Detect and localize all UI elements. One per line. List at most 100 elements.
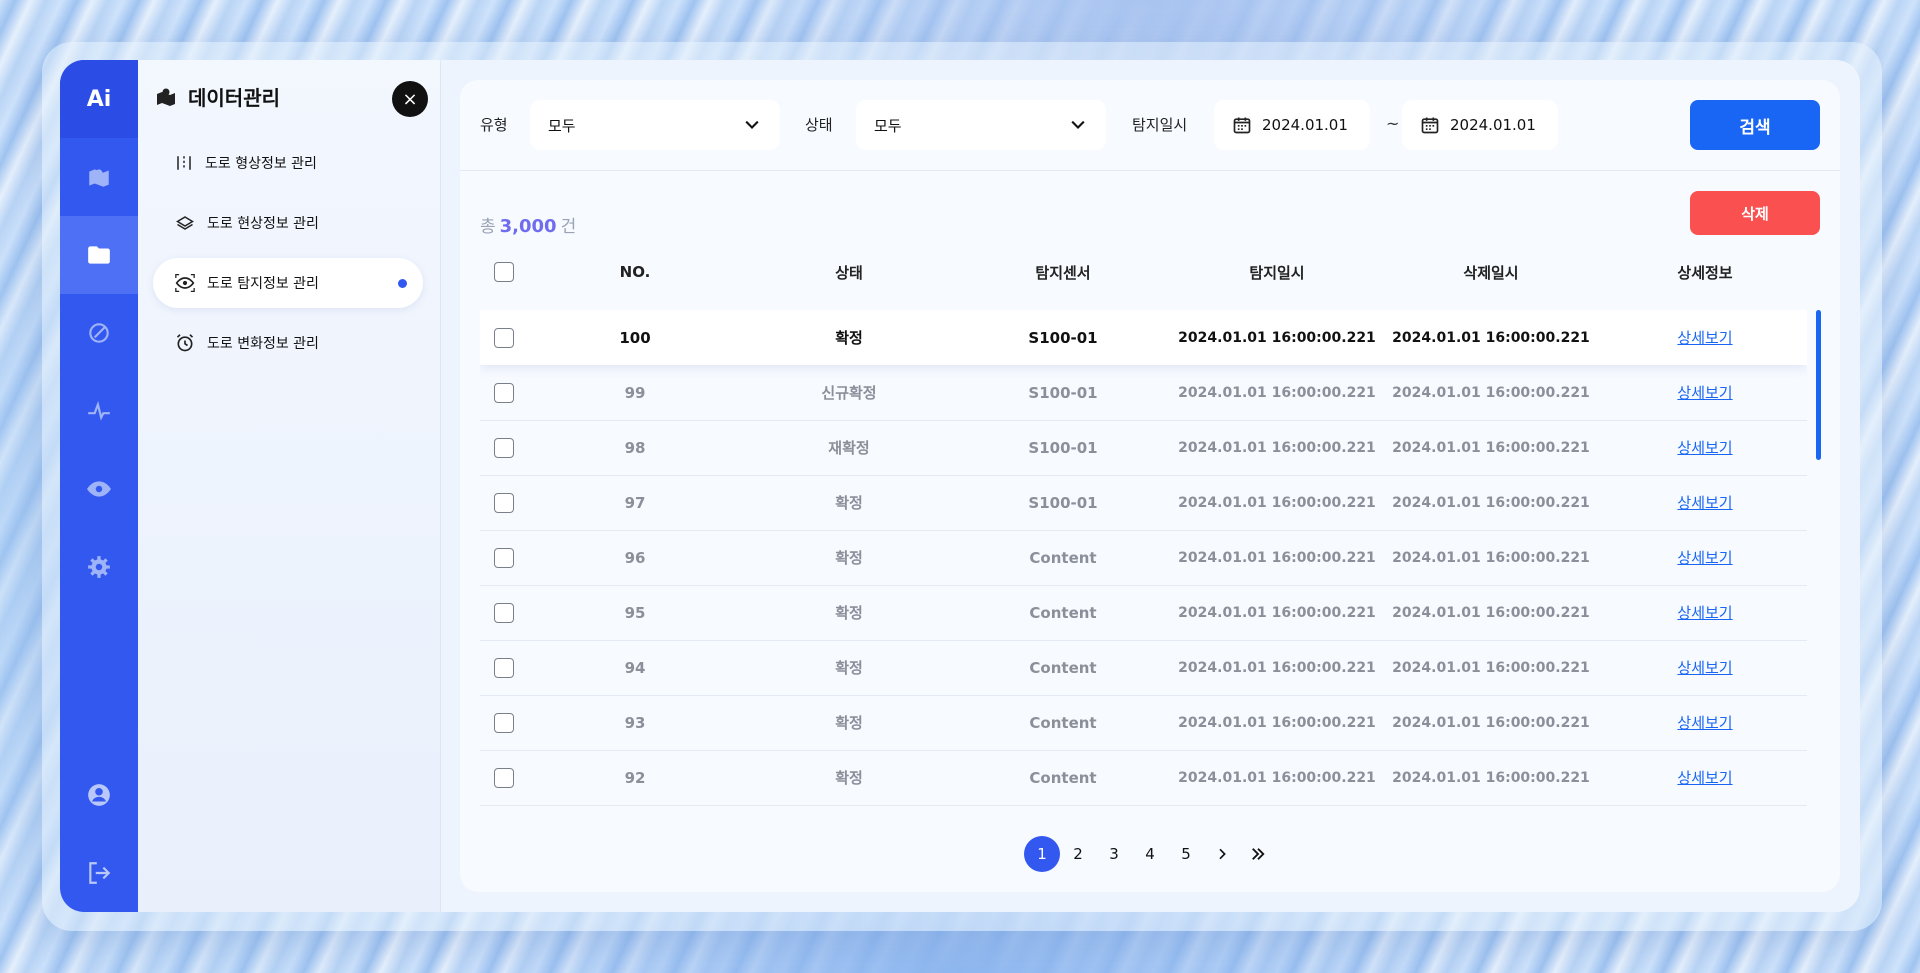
row-checkbox[interactable] (494, 382, 514, 403)
status-select[interactable]: 모두 (856, 100, 1106, 150)
table-scrollbar[interactable] (1816, 310, 1821, 460)
select-all-checkbox[interactable] (494, 262, 514, 282)
page-3[interactable]: 3 (1096, 836, 1132, 872)
cell-status: 확정 (835, 494, 863, 512)
table-row[interactable]: 99 신규확정 S100-01 2024.01.01 16:00:00.221 2024… (480, 365, 1807, 421)
row-checkbox[interactable] (494, 767, 514, 788)
header-status[interactable]: 상태 (742, 248, 956, 296)
cell-no: 92 (624, 768, 646, 787)
cell-detected: 2024.01.01 16:00:00.221 (1178, 549, 1376, 566)
rail-eye-button[interactable] (60, 450, 138, 528)
cell-detail: 상세보기 (1598, 475, 1807, 530)
cell-status: 신규확정 (821, 384, 877, 402)
last-page-button[interactable] (1240, 836, 1276, 872)
table-row[interactable]: 98 재확정 S100-01 2024.01.01 16:00:00.221 2024.… (480, 420, 1807, 476)
date-to-field[interactable]: 2024.01.01 (1402, 100, 1558, 150)
cell-detail: 상세보기 (1598, 530, 1807, 585)
table-row[interactable]: 97 확정 S100-01 2024.01.01 16:00:00.221 2024.0… (480, 475, 1807, 531)
next-page-button[interactable] (1204, 836, 1240, 872)
rail-folder-button[interactable] (60, 216, 138, 294)
menu-item-label: 도로 형상정보 관리 (205, 156, 317, 172)
cell-detected: 2024.01.01 16:00:00.221 (1178, 329, 1376, 346)
row-checkbox[interactable] (494, 327, 514, 348)
close-icon: × (402, 88, 418, 110)
cell-status: 확정 (835, 604, 863, 622)
date-separator: ~ (1386, 114, 1400, 133)
submenu-panel: 데이터관리 × 도로 형상정보 관리 도로 현상정보 관리 도로 탐지정보 관리… (138, 60, 441, 912)
detect-eye-icon (175, 274, 195, 292)
type-select[interactable]: 모두 (530, 100, 780, 150)
cell-no: 100 (619, 328, 651, 347)
detail-link[interactable]: 상세보기 (1677, 657, 1732, 678)
detail-link[interactable]: 상세보기 (1677, 712, 1732, 733)
header-detected[interactable]: 탐지일시 (1170, 248, 1384, 296)
menu-item-label: 도로 변화정보 관리 (207, 336, 319, 352)
detail-link[interactable]: 상세보기 (1677, 327, 1732, 348)
delete-button[interactable]: 삭제 (1690, 191, 1820, 235)
detail-link[interactable]: 상세보기 (1677, 492, 1732, 513)
logo[interactable]: Ai (60, 60, 138, 138)
table-row[interactable]: 96 확정 Content 2024.01.01 16:00:00.221 2024.0… (480, 530, 1807, 586)
chevron-right-icon (1219, 848, 1226, 860)
cell-detail: 상세보기 (1598, 640, 1807, 695)
search-button[interactable]: 검색 (1690, 100, 1820, 150)
map-icon (89, 169, 109, 187)
table-row[interactable]: 100 확정 S100-01 2024.01.01 16:00:00.221 2024.… (480, 310, 1807, 365)
row-checkbox[interactable] (494, 657, 514, 678)
rail-settings-button[interactable] (60, 528, 138, 606)
table-row[interactable]: 94 확정 Content 2024.01.01 16:00:00.221 2024.0… (480, 640, 1807, 696)
calendar-icon (1421, 117, 1439, 134)
menu-item-phenomenon[interactable]: 도로 현상정보 관리 (153, 198, 423, 248)
menu-title: 데이터관리 (154, 82, 280, 111)
rail-user-button[interactable] (60, 756, 138, 834)
eye-icon (87, 481, 111, 497)
header-detail[interactable]: 상세정보 (1598, 248, 1812, 296)
date-label: 탐지일시 (1132, 116, 1188, 134)
cell-detected: 2024.01.01 16:00:00.221 (1178, 714, 1376, 731)
layers-icon (176, 216, 194, 230)
rail-pulse-button[interactable] (60, 372, 138, 450)
row-checkbox-cell (480, 310, 528, 365)
detail-link[interactable]: 상세보기 (1677, 602, 1732, 623)
row-checkbox[interactable] (494, 712, 514, 733)
rail-map-button[interactable] (60, 138, 138, 216)
detail-link[interactable]: 상세보기 (1677, 767, 1732, 788)
cell-detail: 상세보기 (1598, 365, 1807, 420)
row-checkbox[interactable] (494, 547, 514, 568)
main-content: 유형 모두 상태 모두 탐지일시 2024.01.01 ~ 2024.01.01… (460, 80, 1840, 892)
row-checkbox-cell (480, 640, 528, 695)
page-4[interactable]: 4 (1132, 836, 1168, 872)
row-checkbox[interactable] (494, 492, 514, 513)
row-checkbox[interactable] (494, 437, 514, 458)
detail-link[interactable]: 상세보기 (1677, 547, 1732, 568)
header-sensor[interactable]: 탐지센서 (956, 248, 1170, 296)
page-5[interactable]: 5 (1168, 836, 1204, 872)
rail-compass-button[interactable] (60, 294, 138, 372)
date-from-field[interactable]: 2024.01.01 (1214, 100, 1370, 150)
row-checkbox-cell (480, 365, 528, 420)
cell-status: 재확정 (828, 439, 870, 457)
table-row[interactable]: 92 확정 Content 2024.01.01 16:00:00.221 2024.0… (480, 750, 1807, 806)
header-deleted[interactable]: 삭제일시 (1384, 248, 1598, 296)
detail-link[interactable]: 상세보기 (1677, 382, 1732, 403)
filter-bar: 유형 모두 상태 모두 탐지일시 2024.01.01 ~ 2024.01.01… (460, 80, 1840, 171)
select-all-cell (480, 248, 528, 296)
menu-item-shape[interactable]: 도로 형상정보 관리 (153, 138, 423, 188)
row-checkbox[interactable] (494, 602, 514, 623)
rail-logout-button[interactable] (60, 834, 138, 912)
menu-item-detection[interactable]: 도로 탐지정보 관리 (153, 258, 423, 308)
table-row[interactable]: 93 확정 Content 2024.01.01 16:00:00.221 2024.0… (480, 695, 1807, 751)
cell-no: 99 (624, 383, 646, 402)
status-select-value: 모두 (874, 116, 902, 135)
page-2[interactable]: 2 (1060, 836, 1096, 872)
logout-icon (89, 862, 111, 884)
folder-icon (88, 246, 110, 264)
menu-item-change[interactable]: 도로 변화정보 관리 (153, 318, 423, 368)
table-row[interactable]: 95 확정 Content 2024.01.01 16:00:00.221 2024.0… (480, 585, 1807, 641)
type-select-value: 모두 (548, 116, 576, 135)
cell-sensor: S100-01 (1028, 383, 1098, 402)
close-button[interactable]: × (392, 81, 428, 117)
detail-link[interactable]: 상세보기 (1677, 437, 1732, 458)
page-1[interactable]: 1 (1024, 836, 1060, 872)
header-no[interactable]: NO. (528, 248, 742, 296)
